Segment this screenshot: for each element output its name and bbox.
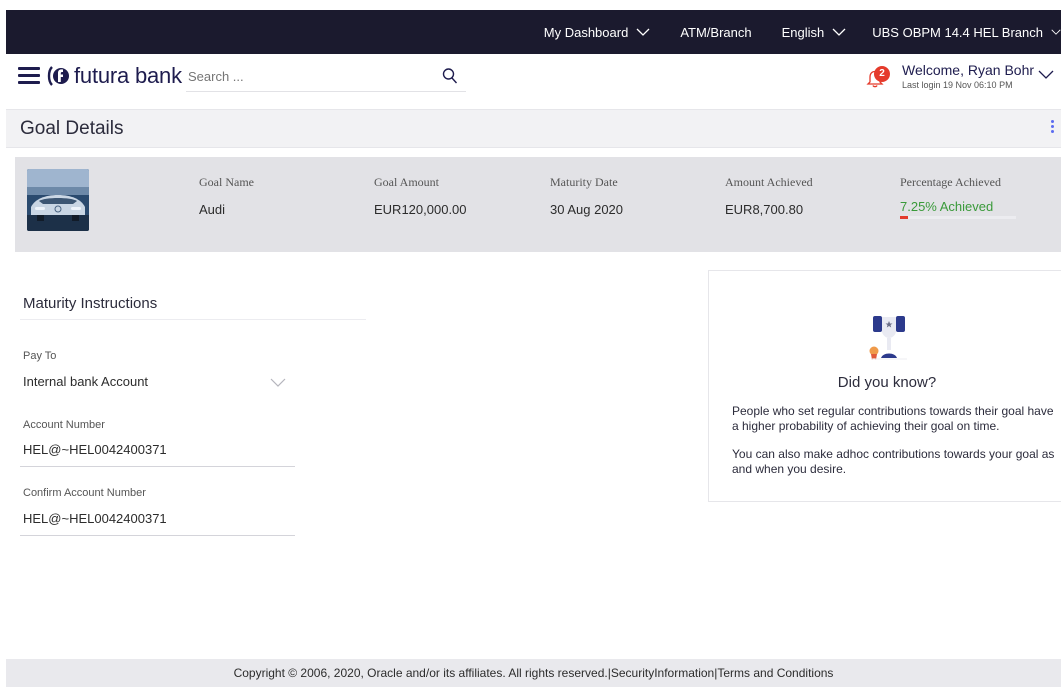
chevron-down-icon[interactable]	[1038, 68, 1054, 80]
page: My Dashboard ATM/Branch English UBS OBPM…	[6, 10, 1061, 687]
language-menu[interactable]: English	[782, 25, 847, 40]
confirm-account-number-field[interactable]: HEL@~HEL0042400371	[23, 511, 167, 526]
trophy-icon	[869, 316, 907, 360]
goal-summary: Goal Name Audi Goal Amount EUR120,000.00…	[15, 157, 1061, 252]
copyright-text: Copyright © 2006, 2020, Oracle and/or it…	[233, 666, 608, 680]
did-you-know-paragraph-1: People who set regular contributions tow…	[732, 404, 1054, 433]
maturity-instructions-heading: Maturity Instructions	[23, 295, 158, 312]
did-you-know-paragraph-2: You can also make adhoc contributions to…	[732, 447, 1055, 476]
section-divider	[20, 319, 366, 320]
notification-count-badge: 2	[874, 66, 890, 82]
did-you-know-card: Did you know? People who set regular con…	[708, 270, 1061, 502]
percentage-achieved-value: 7.25% Achieved	[900, 199, 994, 214]
top-bar: My Dashboard ATM/Branch English UBS OBPM…	[6, 10, 1061, 54]
bank-logo[interactable]: futura bank	[47, 63, 182, 89]
maturity-date-field: Maturity Date 30 Aug 2020	[550, 175, 623, 217]
goal-amount-field: Goal Amount EUR120,000.00	[374, 175, 467, 217]
more-options-icon[interactable]	[1051, 120, 1057, 136]
search-icon[interactable]	[442, 67, 458, 85]
security-information-link[interactable]: SecurityInformation	[611, 666, 714, 680]
hamburger-menu-icon[interactable]	[18, 67, 40, 85]
amount-achieved-field: Amount Achieved EUR8,700.80	[725, 175, 813, 217]
chevron-down-icon	[832, 28, 846, 36]
logo-text: futura bank	[74, 63, 182, 88]
amount-achieved-label: Amount Achieved	[725, 175, 813, 189]
account-number-underline	[20, 466, 295, 467]
goal-amount-value: EUR120,000.00	[374, 202, 467, 217]
my-dashboard-menu[interactable]: My Dashboard	[544, 25, 651, 40]
user-menu[interactable]: Welcome, Ryan Bohr Last login 19 Nov 06:…	[902, 62, 1034, 90]
percentage-achieved-label: Percentage Achieved	[900, 175, 1001, 189]
goal-name-label: Goal Name	[199, 175, 254, 189]
atm-branch-label: ATM/Branch	[680, 24, 752, 40]
search-box	[186, 62, 466, 92]
percentage-achieved-field: Percentage Achieved 7.25% Achieved	[900, 175, 1016, 219]
branch-menu[interactable]: UBS OBPM 14.4 HEL Branch	[872, 25, 1061, 40]
amount-achieved-value: EUR8,700.80	[725, 202, 804, 217]
account-number-field[interactable]: HEL@~HEL0042400371	[23, 442, 167, 457]
confirm-account-number-label: Confirm Account Number	[23, 487, 146, 499]
terms-and-conditions-link[interactable]: Terms and Conditions	[717, 666, 833, 680]
chevron-down-icon	[1051, 29, 1061, 35]
pay-to-select[interactable]: Internal bank Account	[23, 374, 148, 389]
page-title-bar: Goal Details	[6, 110, 1061, 148]
search-input[interactable]	[186, 62, 426, 90]
welcome-text: Welcome, Ryan Bohr	[902, 62, 1035, 78]
my-dashboard-label: My Dashboard	[543, 24, 629, 40]
last-login-text: Last login 19 Nov 06:10 PM	[902, 80, 1013, 90]
goal-name-field: Goal Name Audi	[199, 175, 254, 217]
goal-car-image	[27, 169, 89, 231]
chevron-down-icon	[636, 28, 650, 36]
pay-to-label: Pay To	[23, 350, 57, 362]
chevron-down-icon[interactable]	[270, 377, 286, 387]
goal-progress-fill	[900, 216, 909, 219]
footer: Copyright © 2006, 2020, Oracle and/or it…	[6, 659, 1061, 687]
maturity-date-label: Maturity Date	[550, 175, 618, 189]
futura-logo-icon	[47, 66, 69, 86]
language-label: English	[781, 24, 825, 40]
account-number-label: Account Number	[23, 419, 105, 431]
did-you-know-title: Did you know?	[837, 374, 937, 391]
maturity-date-value: 30 Aug 2020	[550, 202, 624, 217]
header: futura bank 2 Welcome, Ryan Bohr Last lo…	[6, 54, 1061, 110]
confirm-account-number-underline	[20, 535, 295, 536]
branch-label: UBS OBPM 14.4 HEL Branch	[872, 24, 1043, 40]
goal-name-value: Audi	[199, 202, 226, 217]
goal-amount-label: Goal Amount	[374, 175, 439, 189]
goal-progress-bar	[900, 216, 1016, 219]
page-title: Goal Details	[20, 118, 124, 139]
atm-branch-link[interactable]: ATM/Branch	[680, 25, 751, 40]
